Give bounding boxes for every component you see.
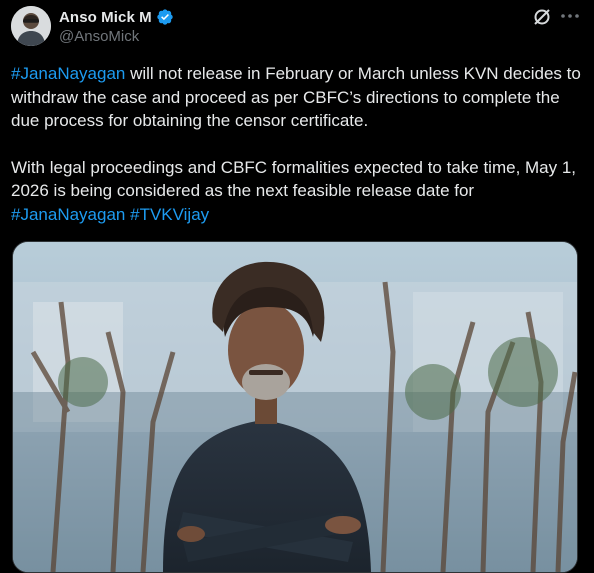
tweet-paragraph-1: #JanaNayagan will not release in Februar… [11, 62, 586, 133]
more-options-icon[interactable] [559, 6, 581, 26]
hashtag-link[interactable]: #TVKVijay [130, 205, 209, 224]
tweet-text: #JanaNayagan will not release in Februar… [11, 62, 586, 226]
tweet-paragraph-2: With legal proceedings and CBFC formalit… [11, 156, 586, 227]
handle[interactable]: @AnsoMick [59, 28, 139, 45]
display-name[interactable]: Anso Mick M [59, 9, 152, 26]
name-row: Anso Mick M [59, 8, 174, 26]
grok-icon[interactable] [532, 7, 552, 27]
hashtag-link[interactable]: #JanaNayagan [11, 205, 125, 224]
verified-badge-icon [156, 8, 174, 26]
tweet: Anso Mick M @AnsoMick #JanaNayagan will … [0, 0, 594, 573]
tweet-paragraph-2-text: With legal proceedings and CBFC formalit… [11, 157, 577, 201]
avatar[interactable] [11, 6, 51, 46]
hashtag-link[interactable]: #JanaNayagan [11, 64, 125, 83]
tweet-media-image[interactable] [12, 241, 578, 573]
